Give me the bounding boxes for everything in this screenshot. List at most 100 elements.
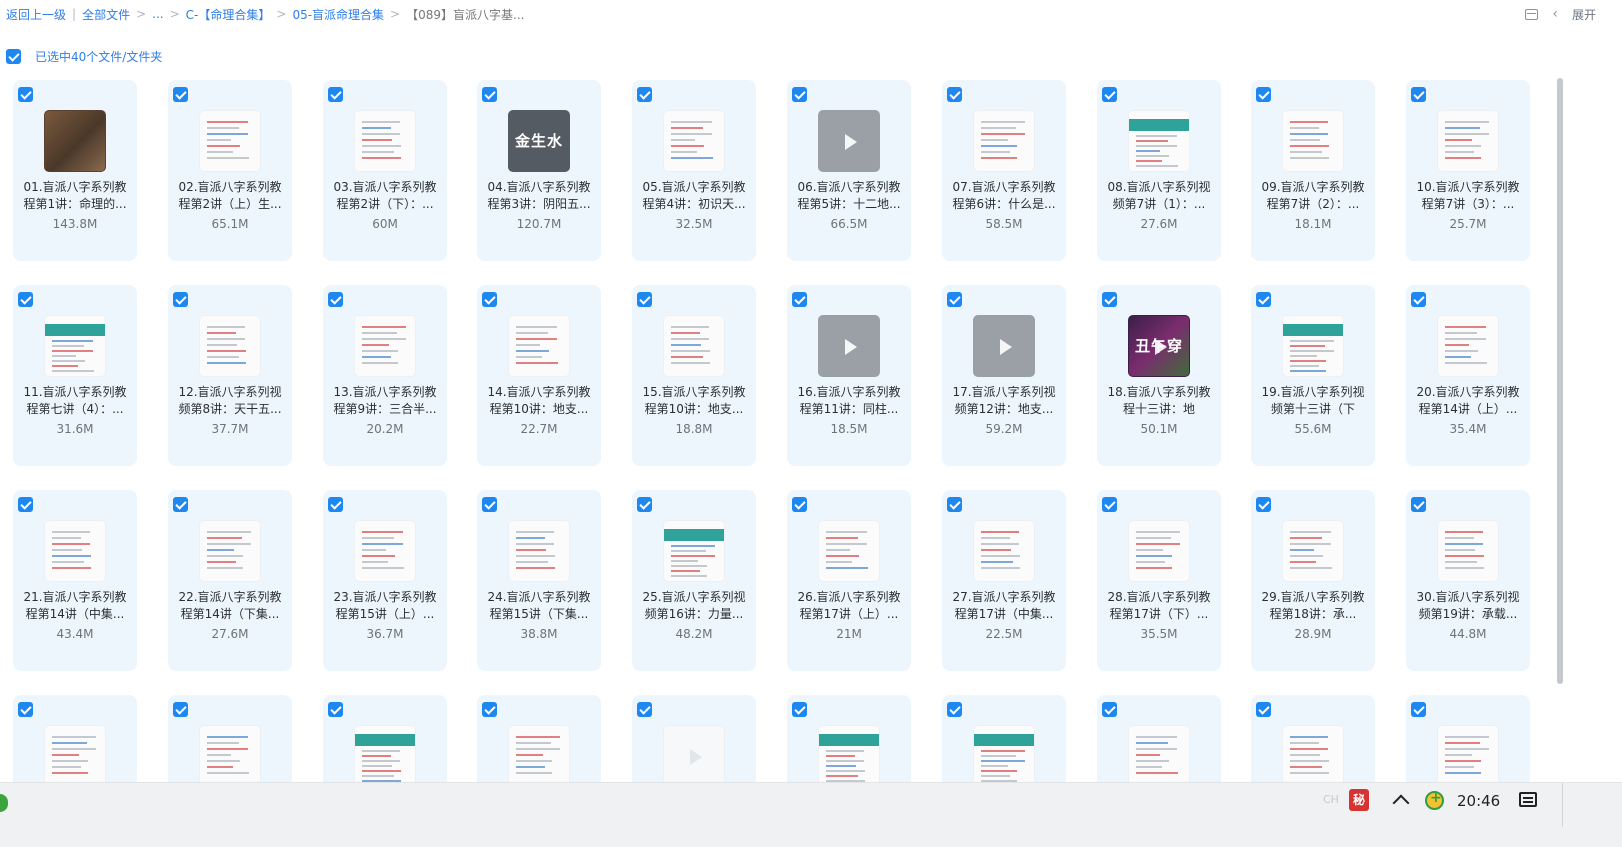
file-name[interactable]: 03.盲派八字系列教程第2讲（下）：... [331,179,439,213]
file-name[interactable]: 02.盲派八字系列教程第2讲（上）生... [176,179,284,213]
file-name[interactable]: 20.盲派八字系列教程第14讲（上）... [1414,384,1522,418]
file-thumbnail[interactable] [199,110,261,172]
file-thumbnail[interactable] [354,315,416,377]
file-tile[interactable]: 03.盲派八字系列教程第2讲（下）：... 60M [323,80,447,261]
file-tile[interactable]: 丑午穿 18.盲派八字系列教程十三讲：地 50.1M [1097,285,1221,466]
file-thumbnail[interactable] [1437,725,1499,782]
file-name[interactable]: 09.盲派八字系列教程第7讲（2）：... [1259,179,1367,213]
file-tile[interactable]: 25.盲派八字系列视频第16讲：力量... 48.2M [632,490,756,671]
file-name[interactable]: 26.盲派八字系列教程第17讲（上）... [795,589,903,623]
file-name[interactable]: 14.盲派八字系列教程第10讲：地支... [485,384,593,418]
file-tile[interactable]: 金生水 04.盲派八字系列教程第3讲：阴阳五... 120.7M [477,80,601,261]
file-tile[interactable]: 20.盲派八字系列教程第14讲（上）... 35.4M [1406,285,1530,466]
file-name[interactable]: 18.盲派八字系列教程十三讲：地 [1105,384,1213,418]
notification-icon[interactable] [1519,792,1537,807]
file-checkbox[interactable] [792,292,807,307]
file-tile[interactable]: 06.盲派八字系列教程第5讲：十二地... 66.5M [787,80,911,261]
file-thumbnail[interactable] [354,520,416,582]
scrollbar[interactable] [1557,78,1563,684]
file-tile[interactable]: 09.盲派八字系列教程第7讲（2）：... 18.1M [1251,80,1375,261]
file-name[interactable]: 30.盲派八字系列视频第19讲：承载... [1414,589,1522,623]
file-thumbnail[interactable] [663,725,725,782]
file-tile[interactable]: 10.盲派八字系列教程第7讲（3）：... 25.7M [1406,80,1530,261]
file-thumbnail[interactable] [1128,725,1190,782]
file-thumbnail[interactable] [1437,520,1499,582]
chevron-left-icon[interactable]: ‹ [1552,6,1558,22]
app-icon[interactable] [0,794,8,812]
file-thumbnail[interactable] [663,315,725,377]
file-name[interactable]: 24.盲派八字系列教程第15讲（下集... [485,589,593,623]
file-tile[interactable]: 29.盲派八字系列教程第18讲：承... 28.9M [1251,490,1375,671]
file-thumbnail[interactable] [1282,725,1344,782]
file-checkbox[interactable] [1256,497,1271,512]
file-name[interactable]: 16.盲派八字系列教程第11讲：同柱... [795,384,903,418]
file-checkbox[interactable] [637,702,652,717]
file-thumbnail[interactable] [44,520,106,582]
file-tile[interactable]: 23.盲派八字系列教程第15讲（上）... 36.7M [323,490,447,671]
file-thumbnail[interactable] [973,520,1035,582]
file-tile[interactable] [787,695,911,782]
ime-icon[interactable]: 秘 [1349,789,1369,811]
file-name[interactable]: 08.盲派八字系列视频第7讲（1）：... [1105,179,1213,213]
file-checkbox[interactable] [637,497,652,512]
file-checkbox[interactable] [18,702,33,717]
file-checkbox[interactable] [18,497,33,512]
file-checkbox[interactable] [637,87,652,102]
file-thumbnail[interactable] [973,315,1035,377]
file-thumbnail[interactable] [44,110,106,172]
file-name[interactable]: 11.盲派八字系列教程第七讲（4）：... [21,384,129,418]
file-tile[interactable]: 30.盲派八字系列视频第19讲：承载... 44.8M [1406,490,1530,671]
file-checkbox[interactable] [947,497,962,512]
file-thumbnail[interactable] [508,725,570,782]
file-thumbnail[interactable] [199,315,261,377]
file-tile[interactable]: 14.盲派八字系列教程第10讲：地支... 22.7M [477,285,601,466]
file-checkbox[interactable] [1256,292,1271,307]
security-icon[interactable] [1425,790,1444,810]
file-name[interactable]: 23.盲派八字系列教程第15讲（上）... [331,589,439,623]
file-tile[interactable] [1406,695,1530,782]
file-thumbnail[interactable] [973,725,1035,782]
file-name[interactable]: 25.盲派八字系列视频第16讲：力量... [640,589,748,623]
language-indicator[interactable]: CH [1323,793,1339,806]
show-desktop-divider[interactable] [1562,783,1563,827]
file-checkbox[interactable] [18,292,33,307]
file-thumbnail[interactable] [199,725,261,782]
file-tile[interactable]: 07.盲派八字系列教程第6讲：什么是... 58.5M [942,80,1066,261]
file-name[interactable]: 15.盲派八字系列教程第10讲：地支... [640,384,748,418]
file-checkbox[interactable] [792,87,807,102]
file-thumbnail[interactable] [818,315,880,377]
file-tile[interactable] [942,695,1066,782]
breadcrumb-folder-2[interactable]: 05-盲派命理合集 [292,6,384,23]
file-tile[interactable]: 22.盲派八字系列教程第14讲（下集... 27.6M [168,490,292,671]
file-tile[interactable]: 16.盲派八字系列教程第11讲：同柱... 18.5M [787,285,911,466]
file-tile[interactable]: 24.盲派八字系列教程第15讲（下集... 38.8M [477,490,601,671]
file-name[interactable]: 22.盲派八字系列教程第14讲（下集... [176,589,284,623]
file-tile[interactable]: 15.盲派八字系列教程第10讲：地支... 18.8M [632,285,756,466]
file-tile[interactable] [1251,695,1375,782]
file-checkbox[interactable] [328,702,343,717]
file-tile[interactable]: 21.盲派八字系列教程第14讲（中集... 43.4M [13,490,137,671]
file-thumbnail[interactable] [973,110,1035,172]
breadcrumb-all-files[interactable]: 全部文件 [82,6,130,23]
file-tile[interactable] [1097,695,1221,782]
file-tile[interactable]: 28.盲派八字系列教程第17讲（下）... 35.5M [1097,490,1221,671]
file-tile[interactable]: 02.盲派八字系列教程第2讲（上）生... 65.1M [168,80,292,261]
file-checkbox[interactable] [1102,87,1117,102]
file-checkbox[interactable] [482,87,497,102]
file-name[interactable]: 27.盲派八字系列教程第17讲（中集... [950,589,1058,623]
back-link[interactable]: 返回上一级 [6,6,66,23]
file-checkbox[interactable] [792,497,807,512]
file-thumbnail[interactable] [663,520,725,582]
file-tile[interactable]: 01.盲派八字系列教程第1讲：命理的... 143.8M [13,80,137,261]
file-tile[interactable]: 11.盲派八字系列教程第七讲（4）：... 31.6M [13,285,137,466]
file-name[interactable]: 01.盲派八字系列教程第1讲：命理的... [21,179,129,213]
select-all-checkbox[interactable] [6,49,21,64]
file-thumbnail[interactable] [354,725,416,782]
clock[interactable]: 20:46 [1457,792,1500,810]
file-name[interactable]: 19.盲派八字系列视频第十三讲（下 [1259,384,1367,418]
file-checkbox[interactable] [173,702,188,717]
file-name[interactable]: 17.盲派八字系列视频第12讲：地支... [950,384,1058,418]
file-checkbox[interactable] [1102,292,1117,307]
file-checkbox[interactable] [482,292,497,307]
file-checkbox[interactable] [792,702,807,717]
